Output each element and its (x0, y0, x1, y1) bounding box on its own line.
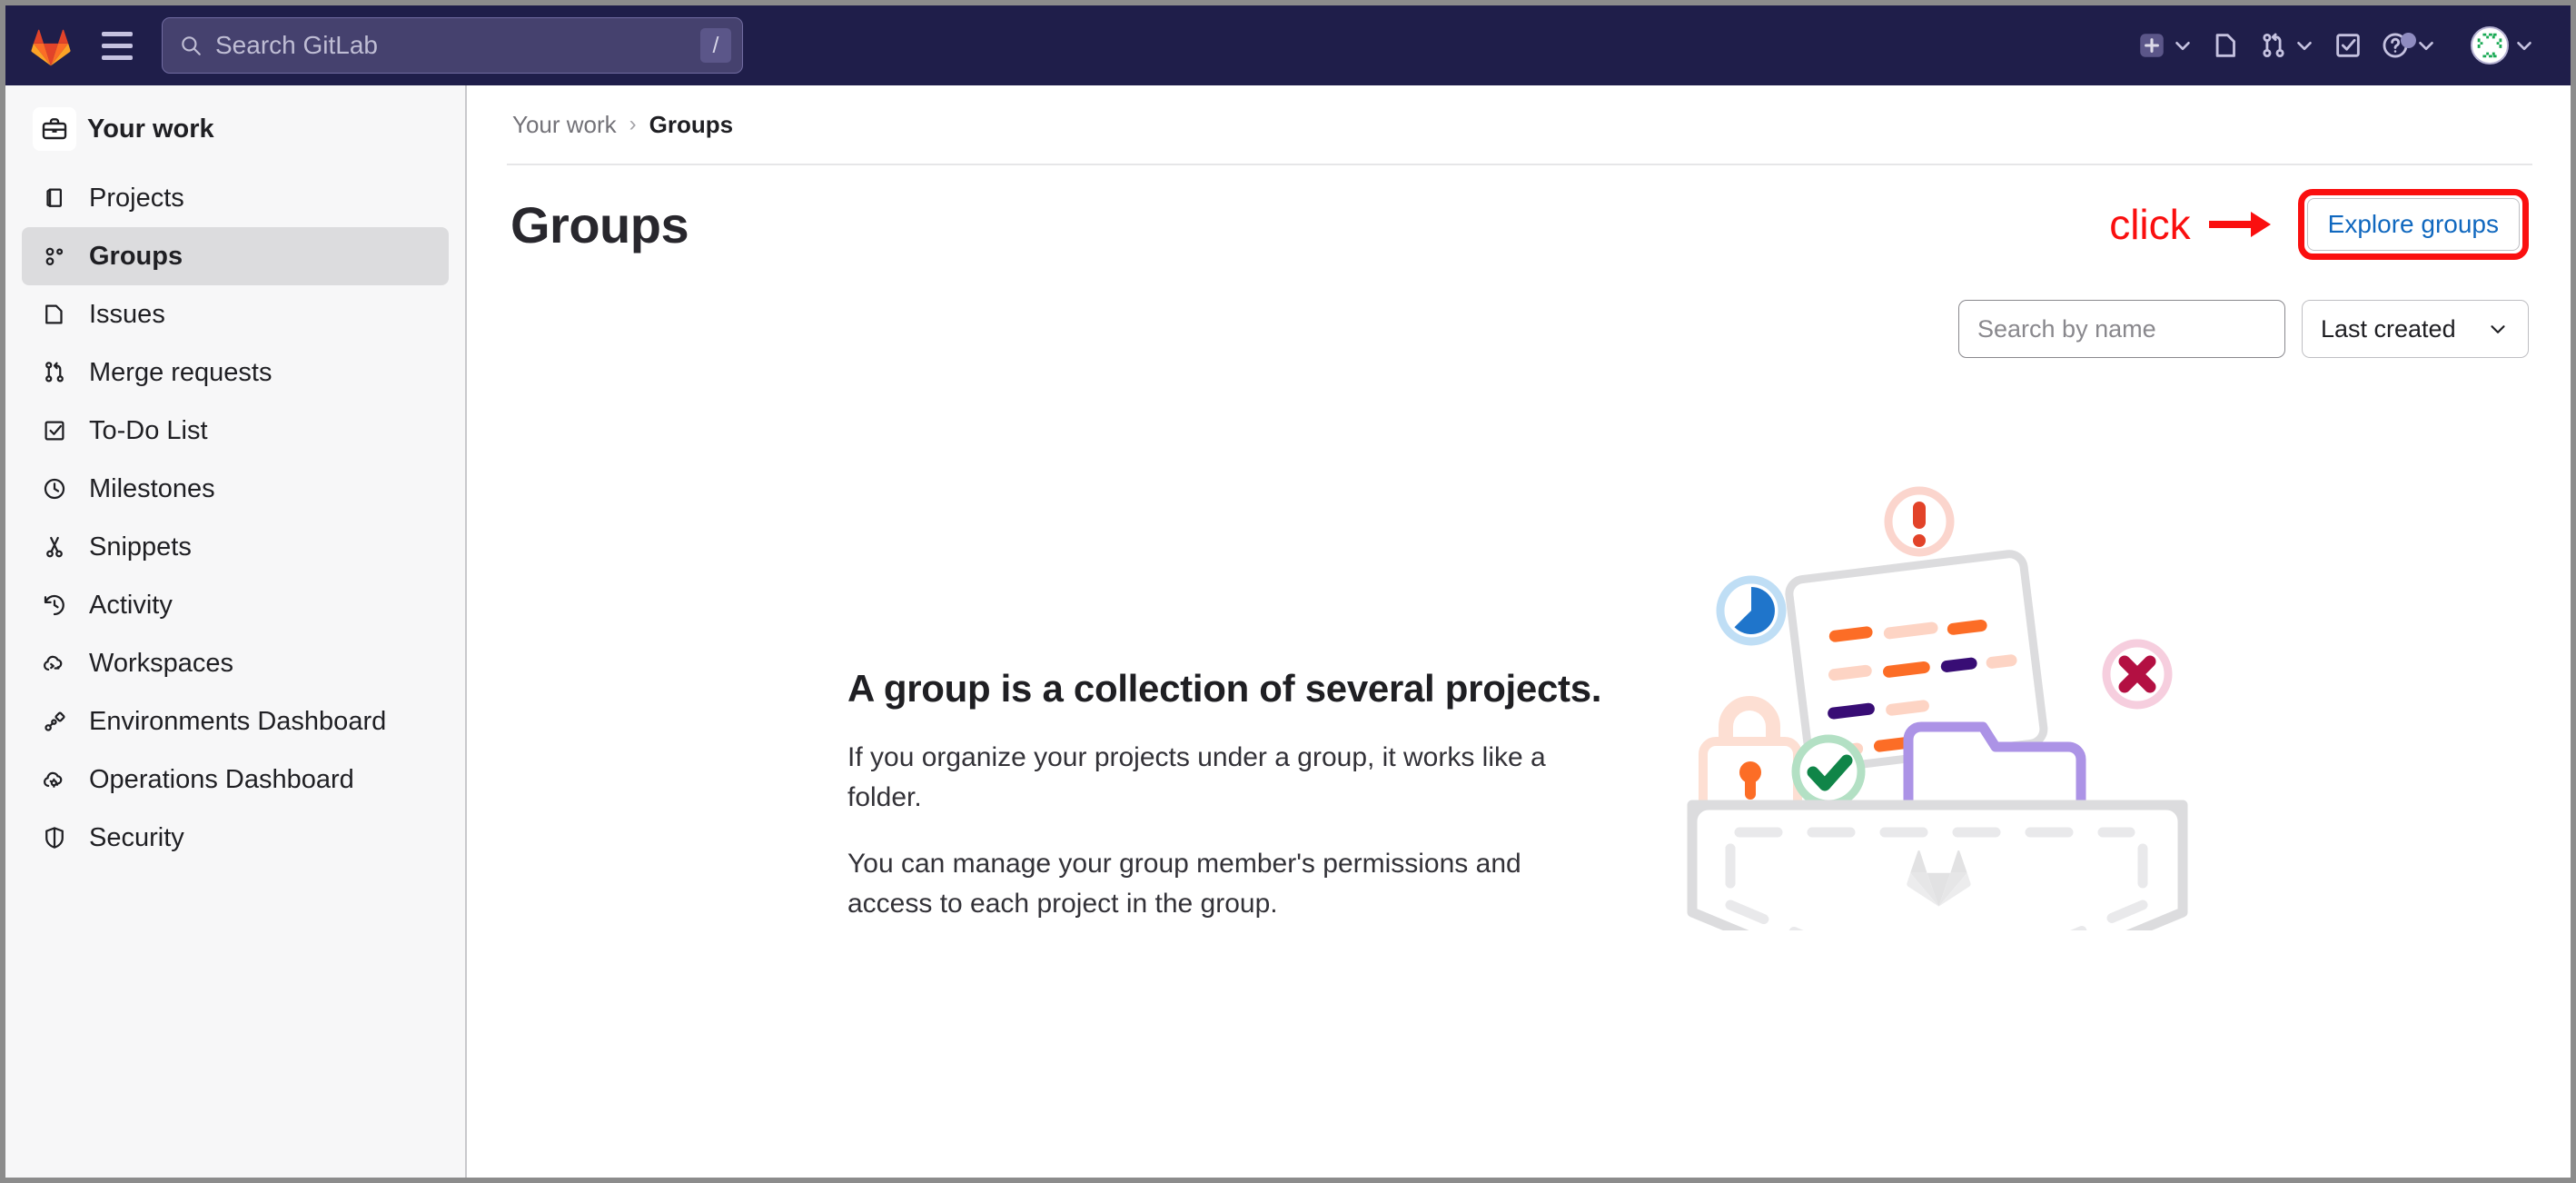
sidebar-item-label: Groups (89, 241, 183, 271)
scissors-icon (36, 529, 73, 565)
empty-state-paragraph-1: If you organize your projects under a gr… (847, 742, 1546, 813)
empty-state-text: A group is a collection of several proje… (847, 458, 1629, 950)
search-placeholder-text: Search GitLab (215, 31, 378, 59)
sidebar-item-label: To-Do List (89, 415, 208, 445)
sidebar-item-label: Environments Dashboard (89, 706, 387, 736)
merge-requests-menu[interactable] (2253, 23, 2322, 68)
hamburger-bar (102, 55, 133, 60)
sidebar-item-milestones[interactable]: Milestones (22, 460, 449, 518)
empty-state-paragraph-2: You can manage your group member's permi… (847, 848, 1521, 920)
sidebar-item-environments-dashboard[interactable]: Environments Dashboard (22, 692, 449, 751)
todo-checkbox-icon (2336, 34, 2360, 57)
issues-icon (36, 296, 73, 333)
chevron-down-icon (2175, 41, 2190, 51)
sort-dropdown[interactable]: Last created (2302, 300, 2529, 358)
search-shortcut-key: / (700, 28, 731, 63)
empty-state: A group is a collection of several proje… (510, 458, 2529, 950)
breadcrumb-parent[interactable]: Your work (512, 111, 617, 139)
main-content: Your work › Groups Groups click Explore … (469, 85, 2571, 1178)
cloud-terminal-icon (36, 645, 73, 681)
breadcrumb: Your work › Groups (510, 85, 2529, 164)
sidebar-header-label: Your work (87, 114, 214, 144)
project-icon (36, 180, 73, 216)
chevron-down-icon (2419, 41, 2433, 51)
sidebar-item-label: Security (89, 822, 184, 852)
issues-link[interactable] (2205, 23, 2247, 68)
arrow-right-icon (2208, 212, 2271, 237)
merge-request-icon (36, 354, 73, 391)
chevron-down-icon (2491, 325, 2505, 333)
sidebar-item-label: Snippets (89, 532, 192, 562)
issues-icon (2215, 34, 2235, 57)
sidebar-item-label: Workspaces (89, 648, 234, 678)
help-notification-badge (2401, 33, 2416, 48)
empty-state-title: A group is a collection of several proje… (847, 667, 1602, 710)
hamburger-bar (102, 31, 133, 36)
todo-list-link[interactable] (2327, 23, 2369, 68)
shield-icon (36, 820, 73, 856)
create-new-menu[interactable] (2131, 23, 2200, 68)
chevron-down-icon (2517, 41, 2531, 51)
sidebar-item-label: Merge requests (89, 357, 272, 387)
sidebar-item-label: Milestones (89, 473, 215, 503)
sidebar-item-security[interactable]: Security (22, 809, 449, 867)
sidebar-item-operations-dashboard[interactable]: Operations Dashboard (22, 751, 449, 809)
user-menu[interactable] (2465, 19, 2541, 72)
search-input[interactable]: Search GitLab / (162, 17, 743, 74)
groups-empty-pocket-illustration (1687, 486, 2188, 930)
sidebar-item-projects[interactable]: Projects (22, 169, 449, 227)
search-icon (182, 36, 201, 55)
avatar (2471, 26, 2509, 65)
plus-square-icon (2140, 34, 2164, 57)
filter-bar: Last created (510, 300, 2529, 358)
help-menu[interactable] (2374, 23, 2443, 68)
environment-icon (36, 703, 73, 740)
top-navbar: Search GitLab / (5, 5, 2571, 85)
clock-icon (36, 471, 73, 507)
sidebar-item-label: Projects (89, 183, 184, 213)
todo-checkbox-icon (36, 413, 73, 449)
sidebar-item-label: Activity (89, 590, 173, 620)
group-icon (36, 238, 73, 274)
click-annotation: click (2109, 200, 2274, 249)
click-annotation-text: click (2109, 201, 2191, 248)
browser-window: Search GitLab / Your work Projects Group… (0, 0, 2576, 1183)
cloud-gear-icon (36, 761, 73, 798)
sidebar-item-groups[interactable]: Groups (22, 227, 449, 285)
chevron-down-icon (2297, 41, 2312, 51)
history-icon (36, 587, 73, 623)
breadcrumb-current: Groups (649, 110, 734, 138)
sidebar-header-your-work[interactable]: Your work (22, 100, 449, 158)
sidebar-item-issues[interactable]: Issues (22, 285, 449, 343)
page-header: Groups click Explore groups (510, 165, 2529, 283)
explore-groups-button[interactable]: Explore groups (2306, 198, 2520, 251)
gitlab-logo-icon[interactable] (25, 20, 76, 71)
sidebar: Your work Projects Groups Issues Merge r… (5, 85, 467, 1178)
page-title: Groups (510, 195, 689, 254)
sidebar-item-activity[interactable]: Activity (22, 576, 449, 634)
navbar-actions (2131, 19, 2547, 72)
sidebar-item-label: Issues (89, 299, 165, 329)
merge-request-icon (2263, 33, 2284, 58)
explore-groups-highlight: Explore groups (2297, 189, 2529, 260)
search-by-name-input[interactable] (1958, 300, 2285, 358)
sidebar-item-merge-requests[interactable]: Merge requests (22, 343, 449, 402)
sidebar-item-todo-list[interactable]: To-Do List (22, 402, 449, 460)
hamburger-bar (102, 43, 133, 48)
sidebar-item-snippets[interactable]: Snippets (22, 518, 449, 576)
sidebar-item-workspaces[interactable]: Workspaces (22, 634, 449, 692)
hamburger-menu-icon[interactable] (96, 25, 138, 66)
sort-dropdown-label: Last created (2321, 314, 2456, 343)
sidebar-item-label: Operations Dashboard (89, 764, 354, 794)
breadcrumb-separator: › (629, 112, 637, 136)
briefcase-icon (33, 107, 76, 151)
page-header-actions: click Explore groups (2109, 189, 2529, 260)
